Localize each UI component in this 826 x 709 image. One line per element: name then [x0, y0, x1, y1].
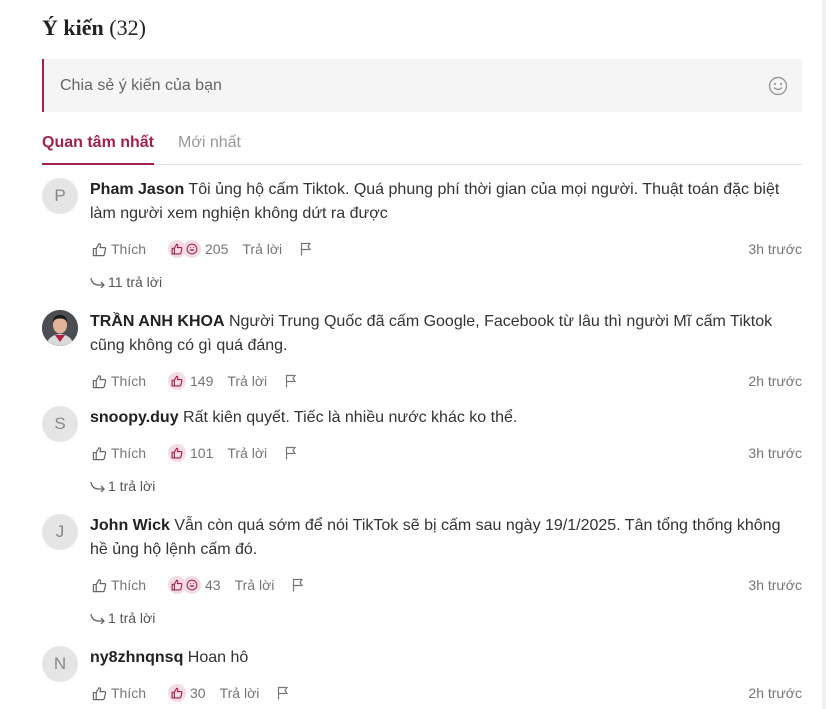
reaction-count: 43	[205, 577, 221, 593]
reactions[interactable]: 149	[168, 372, 213, 390]
reaction-count: 149	[190, 373, 214, 389]
sort-tabs: Quan tâm nhất Mới nhất	[42, 128, 802, 165]
section-title: Ý kiến (32)	[42, 14, 802, 42]
comment-body: snoopy.duy Rất kiên quyết. Tiếc là nhiều…	[90, 406, 802, 430]
like-button[interactable]: Thích	[92, 445, 146, 461]
laugh-reaction-icon	[183, 576, 202, 594]
comment-body: Pham Jason Tôi ủng hộ cấm Tiktok. Quá ph…	[90, 178, 802, 226]
page-scrollbar[interactable]	[822, 0, 826, 709]
reactions[interactable]: 205	[168, 240, 228, 258]
reply-arrow-icon	[90, 613, 105, 624]
comment-body: TRẦN ANH KHOA Người Trung Quốc đã cấm Go…	[90, 310, 802, 358]
reaction-count: 205	[205, 241, 229, 257]
tab-most-interested[interactable]: Quan tâm nhất	[42, 128, 155, 165]
comment-author[interactable]: snoopy.duy	[90, 409, 179, 426]
comment-text: Rất kiên quyết. Tiếc là nhiều nước khác …	[183, 409, 518, 426]
comment-author[interactable]: John Wick	[90, 517, 170, 534]
like-label: Thích	[111, 445, 147, 461]
avatar[interactable]: J	[42, 514, 78, 550]
comment-text: Tôi ủng hộ cấm Tiktok. Quá phung phí thờ…	[90, 181, 780, 222]
comments-section: Ý kiến (32) Quan tâm nhất Mới nhất	[42, 0, 802, 165]
like-button[interactable]: Thích	[92, 373, 146, 389]
thumbs-up-reaction-icon	[168, 444, 187, 462]
comment-actions: Thích 30 Trả lời 2h trước	[92, 683, 802, 703]
reply-arrow-icon	[90, 481, 105, 492]
replies-count: 11 trả lời	[108, 274, 163, 290]
comment-actions: Thích 101 Trả lời 3h trước	[92, 443, 802, 463]
comment-text: Vẫn còn quá sớm để nói TikTok sẽ bị cấm …	[90, 517, 781, 558]
comment-time: 3h trước	[748, 445, 802, 461]
flag-icon[interactable]	[300, 242, 312, 256]
replies-count: 1 trả lời	[108, 610, 156, 626]
view-replies-link[interactable]: 1 trả lời	[90, 478, 155, 494]
comment-author[interactable]: TRẦN ANH KHOA	[90, 313, 225, 330]
comment-time: 2h trước	[748, 685, 802, 701]
comment-input[interactable]	[60, 76, 710, 95]
comment-author[interactable]: Pham Jason	[90, 181, 184, 198]
flag-icon[interactable]	[292, 578, 304, 592]
flag-icon[interactable]	[285, 374, 297, 388]
emoji-icon[interactable]	[768, 76, 788, 96]
reply-arrow-icon	[90, 277, 105, 288]
replies-count: 1 trả lời	[108, 478, 156, 494]
comment-time: 2h trước	[748, 373, 802, 389]
thumbs-up-reaction-icon	[168, 372, 187, 390]
thumbs-up-icon	[92, 242, 107, 256]
like-button[interactable]: Thích	[92, 241, 146, 257]
thumbs-up-icon	[92, 686, 107, 700]
reaction-count: 101	[190, 445, 214, 461]
reply-button[interactable]: Trả lời	[227, 445, 267, 461]
reactions[interactable]: 30	[168, 684, 206, 702]
comment-input-box[interactable]	[42, 59, 802, 112]
comment-actions: Thích 43 Trả lời 3h trước	[92, 575, 802, 595]
view-replies-link[interactable]: 11 trả lời	[90, 274, 162, 290]
thumbs-up-icon	[92, 446, 107, 460]
reply-button[interactable]: Trả lời	[227, 373, 267, 389]
comment-time: 3h trước	[748, 241, 802, 257]
comment-count: (32)	[109, 15, 146, 40]
like-label: Thích	[111, 373, 147, 389]
avatar[interactable]: P	[42, 178, 78, 214]
avatar[interactable]: S	[42, 406, 78, 442]
comment-body: John Wick Vẫn còn quá sớm để nói TikTok …	[90, 514, 802, 562]
comment-author[interactable]: ny8zhnqnsq	[90, 649, 183, 666]
view-replies-link[interactable]: 1 trả lời	[90, 610, 155, 626]
like-button[interactable]: Thích	[92, 685, 146, 701]
like-label: Thích	[111, 241, 147, 257]
thumbs-up-icon	[92, 578, 107, 592]
avatar[interactable]: N	[42, 646, 78, 682]
comment-time: 3h trước	[748, 577, 802, 593]
flag-icon[interactable]	[285, 446, 297, 460]
comment-actions: Thích 149 Trả lời 2h trước	[92, 371, 802, 391]
comment-text: Hoan hô	[187, 649, 249, 666]
reply-button[interactable]: Trả lời	[235, 577, 275, 593]
avatar[interactable]	[42, 310, 78, 346]
thumbs-up-reaction-icon	[168, 684, 187, 702]
like-button[interactable]: Thích	[92, 577, 146, 593]
comment-body: ny8zhnqnsq Hoan hô	[90, 646, 802, 670]
reaction-count: 30	[190, 685, 206, 701]
comment-actions: Thích 205 Trả lời 3h trước	[92, 239, 802, 259]
section-title-text: Ý kiến	[42, 15, 104, 40]
flag-icon[interactable]	[277, 686, 289, 700]
laugh-reaction-icon	[183, 240, 202, 258]
reactions[interactable]: 43	[168, 576, 221, 594]
reply-button[interactable]: Trả lời	[220, 685, 260, 701]
thumbs-up-icon	[92, 374, 107, 388]
like-label: Thích	[111, 577, 147, 593]
reply-button[interactable]: Trả lời	[242, 241, 282, 257]
tab-newest[interactable]: Mới nhất	[178, 128, 241, 164]
reactions[interactable]: 101	[168, 444, 213, 462]
like-label: Thích	[111, 685, 147, 701]
